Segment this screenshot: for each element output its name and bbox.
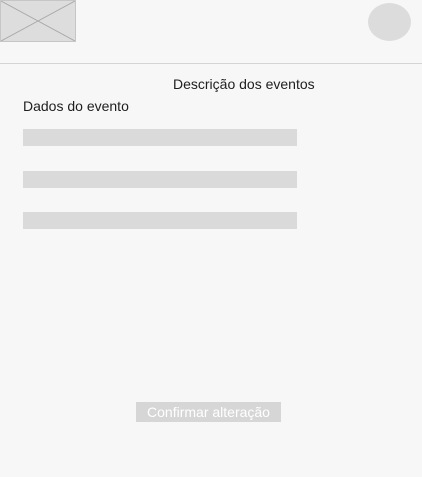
event-data-field-3[interactable] — [23, 212, 297, 229]
section-title: Dados do evento — [23, 98, 129, 114]
event-data-field-2[interactable] — [23, 171, 297, 188]
user-avatar-icon[interactable] — [368, 3, 411, 41]
confirm-change-button[interactable]: Confirmar alteração — [136, 402, 281, 422]
event-data-field-1[interactable] — [23, 129, 297, 146]
image-placeholder-icon — [0, 0, 76, 42]
app-header — [0, 0, 422, 64]
page-title: Descrição dos eventos — [173, 76, 315, 92]
